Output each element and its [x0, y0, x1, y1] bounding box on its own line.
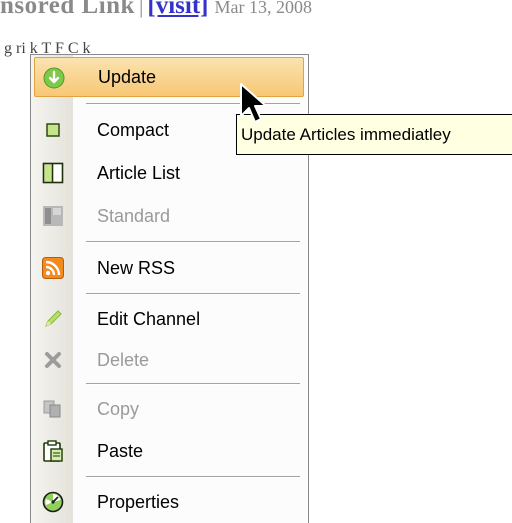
update-icon [35, 58, 73, 98]
menu-separator [86, 293, 300, 295]
rss-feed-icon [34, 248, 72, 288]
article-date: Mar 13, 2008 [214, 0, 312, 17]
menu-item-label: Paste [97, 440, 144, 461]
menu-separator [86, 241, 300, 243]
menu-item-delete[interactable]: Delete [34, 340, 304, 380]
menu-item-new-rss[interactable]: New RSS [34, 248, 304, 288]
standard-view-icon [34, 196, 72, 236]
menu-item-label: Delete [97, 349, 150, 370]
menu-item-properties[interactable]: Properties [34, 482, 304, 522]
clipboard-paste-icon [34, 431, 72, 471]
menu-separator [86, 476, 300, 478]
menu-item-article-list[interactable]: Article List [34, 153, 304, 193]
tooltip: Update Articles immediatley [236, 114, 512, 155]
menu-item-paste[interactable]: Paste [34, 431, 304, 471]
article-meta-line: nsored Link | [visit] Mar 13, 2008 [0, 0, 312, 24]
delete-x-icon [34, 340, 72, 380]
sponsored-link-label: nsored Link [0, 0, 135, 19]
menu-item-label: Standard [97, 205, 171, 226]
menu-item-label: New RSS [97, 257, 176, 278]
compact-view-icon [34, 110, 72, 150]
properties-gauge-icon [34, 482, 72, 522]
menu-item-copy[interactable]: Copy [34, 389, 304, 429]
menu-item-label: Article List [97, 162, 181, 183]
menu-item-label: Compact [97, 119, 170, 140]
menu-item-edit-channel[interactable]: Edit Channel [34, 299, 304, 339]
menu-item-label: Edit Channel [97, 308, 201, 329]
menu-item-label: Copy [97, 398, 140, 419]
visit-link[interactable]: [visit] [147, 0, 208, 19]
separator: | [138, 0, 144, 18]
copy-icon [34, 389, 72, 429]
menu-item-label: Properties [97, 491, 180, 512]
menu-separator [86, 383, 300, 385]
menu-item-label: Update [98, 66, 157, 87]
pencil-icon [34, 299, 72, 339]
article-list-view-icon [34, 153, 72, 193]
mouse-cursor-icon [239, 82, 273, 132]
menu-item-standard[interactable]: Standard [34, 196, 304, 236]
